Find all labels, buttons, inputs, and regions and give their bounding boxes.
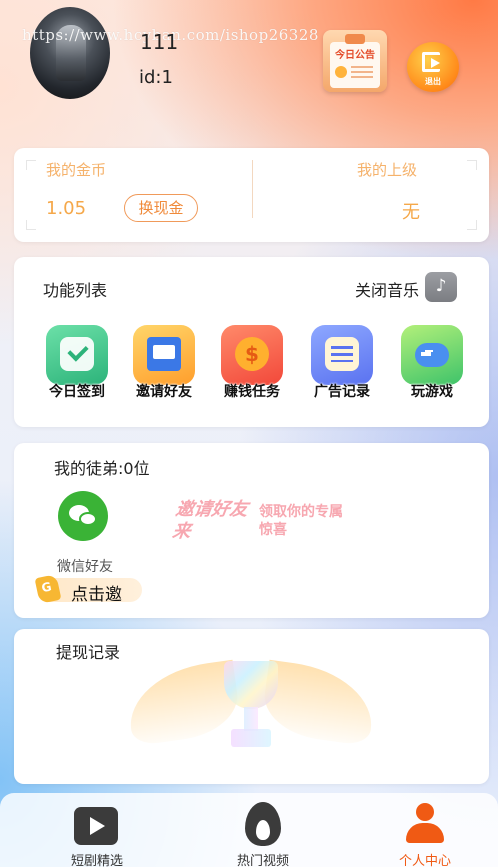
wechat-share-button[interactable] <box>58 491 108 541</box>
ad-records-button[interactable] <box>311 325 373 385</box>
tab-hot-videos[interactable]: 热门视频 <box>208 793 318 867</box>
withdraw-records-card: 提现记录 <box>14 629 489 784</box>
promo-invite-friends-text: 邀请好友来 <box>171 499 250 542</box>
click-invite-label: 点击邀 <box>71 585 122 605</box>
earn-tasks-label[interactable]: 赚钱任务 <box>212 381 292 401</box>
promo-surprise-text: 领取你的专属惊喜 <box>259 504 343 538</box>
bottom-tab-bar: 短剧精选 热门视频 个人中心 <box>0 793 498 867</box>
tab-short-drama[interactable]: 短剧精选 <box>42 793 152 867</box>
my-superior-value: 无 <box>402 202 420 223</box>
corner-decoration <box>26 160 36 170</box>
logout-label: 退出 <box>425 77 441 86</box>
invite-friends-button[interactable] <box>133 325 195 385</box>
gamepad-icon <box>415 343 449 367</box>
today-notice-button[interactable]: 今日公告 <box>323 30 387 92</box>
user-id: id:1 <box>139 67 173 88</box>
logout-button[interactable]: 退出 <box>407 42 459 92</box>
tab-label: 热门视频 <box>236 854 289 867</box>
tab-label: 短剧精选 <box>70 854 123 867</box>
trophy-base <box>231 729 271 747</box>
earn-tasks-button[interactable] <box>221 325 283 385</box>
my-superior-label: 我的上级 <box>357 161 418 179</box>
username: 111 <box>140 30 179 54</box>
play-games-button[interactable] <box>401 325 463 385</box>
wechat-friends-label: 微信好友 <box>57 559 113 575</box>
avatar[interactable] <box>30 7 110 99</box>
money-coin-icon <box>235 337 269 371</box>
invite-friends-label[interactable]: 邀请好友 <box>124 381 204 401</box>
music-toggle-button[interactable]: ♪ <box>425 272 457 302</box>
function-list-title: 功能列表 <box>43 281 108 300</box>
my-coins-value: 1.05 <box>46 198 87 219</box>
wechat-icon-bubble <box>79 512 97 526</box>
coin-icon <box>335 66 347 78</box>
play-icon <box>74 807 118 845</box>
exchange-cash-button[interactable]: 换现金 <box>124 194 198 222</box>
checkin-button[interactable] <box>46 325 108 385</box>
play-games-label[interactable]: 玩游戏 <box>392 381 472 401</box>
calendar-check-icon <box>60 337 94 371</box>
exit-arrow-icon <box>431 58 440 68</box>
tab-label: 个人中心 <box>398 854 451 867</box>
ticket-icon <box>34 573 62 605</box>
corner-decoration <box>26 220 36 230</box>
disciples-count: 我的徒弟:0位 <box>54 459 150 478</box>
text-lines-icon <box>351 66 373 78</box>
click-invite-button[interactable]: 点击邀 <box>34 573 142 605</box>
ad-record-icon <box>325 337 359 371</box>
divider <box>252 160 253 218</box>
corner-decoration <box>467 160 477 170</box>
corner-decoration <box>467 220 477 230</box>
clipboard-clip-icon <box>345 34 365 44</box>
trophy-stem <box>244 707 258 731</box>
music-toggle-label[interactable]: 关闭音乐 <box>355 277 419 301</box>
checkin-label[interactable]: 今日签到 <box>37 381 117 401</box>
user-icon <box>406 803 444 845</box>
invite-letter-icon <box>147 337 181 371</box>
notice-label: 今日公告 <box>335 50 375 61</box>
disciples-card: 我的徒弟:0位 微信好友 点击邀 邀请好友来 领取你的专属惊喜 <box>14 443 489 618</box>
music-note-icon: ♪ <box>435 276 447 296</box>
ad-records-label[interactable]: 广告记录 <box>302 381 382 401</box>
withdraw-records-title: 提现记录 <box>56 643 121 662</box>
fire-icon <box>245 802 281 846</box>
my-coins-label: 我的金币 <box>46 161 107 179</box>
coins-card: 我的金币 1.05 换现金 我的上级 无 <box>14 148 489 242</box>
tab-personal-center[interactable]: 个人中心 <box>370 793 480 867</box>
function-list-card: 功能列表 关闭音乐 ♪ 今日签到 邀请好友 赚钱任务 广告记录 玩游戏 <box>14 257 489 427</box>
trophy-illustration <box>123 649 379 767</box>
